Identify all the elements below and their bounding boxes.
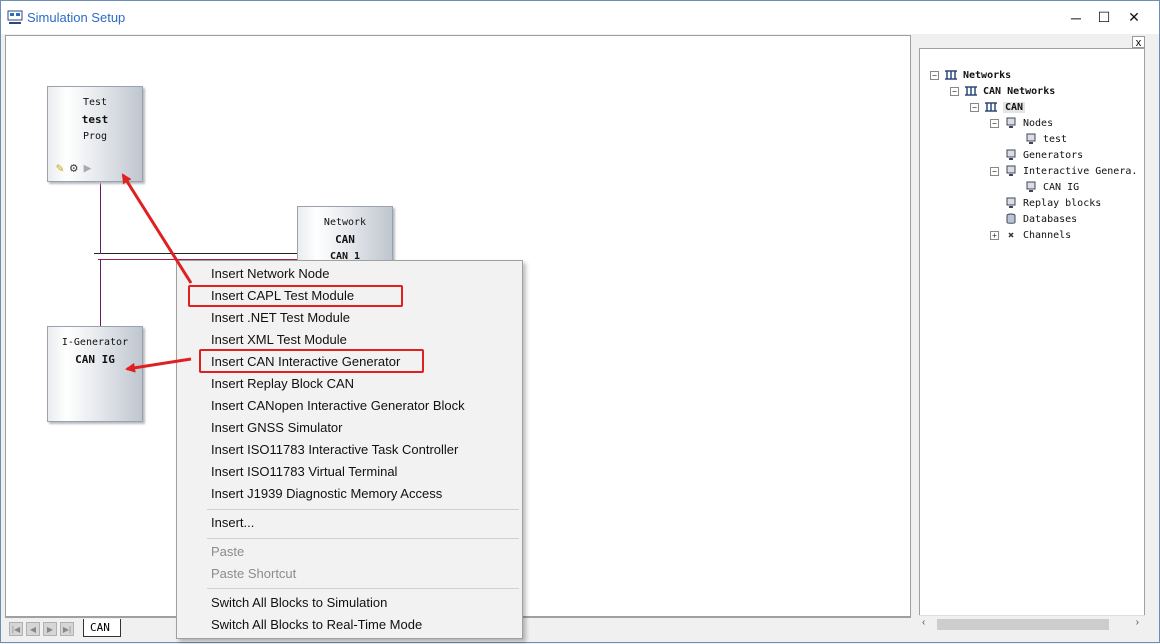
- collapse-toggle[interactable]: −: [990, 119, 999, 128]
- simulation-setup-icon: [7, 10, 23, 24]
- generator-icon: [1006, 149, 1016, 160]
- collapse-toggle[interactable]: −: [970, 103, 979, 112]
- menu-item-paste-shortcut: Paste Shortcut: [211, 566, 297, 581]
- title-bar: Simulation Setup ─ ☐ ✕: [1, 1, 1159, 34]
- context-menu: Insert Network Node Insert CAPL Test Mod…: [176, 260, 523, 639]
- network-tree: − Networks − CAN Networks − CAN − Nodes: [919, 48, 1145, 632]
- tree-label: CAN: [1003, 101, 1026, 113]
- block-name-label: CAN IG: [75, 353, 115, 366]
- window-title: Simulation Setup: [27, 10, 126, 25]
- tree-label: Databases: [1023, 213, 1078, 225]
- menu-separator: [207, 538, 519, 539]
- tree-label: Interactive Genera.: [1023, 165, 1138, 177]
- block-type-label: Network: [323, 217, 367, 228]
- tree-label: Replay blocks: [1023, 197, 1102, 209]
- replay-icon: [1006, 197, 1016, 208]
- block-type-label: I-Generator: [61, 337, 129, 348]
- menu-item-insert-gnss-simulator[interactable]: Insert GNSS Simulator: [211, 417, 343, 439]
- interactive-generator-block[interactable]: I-Generator CAN IG: [47, 326, 143, 422]
- tree-horizontal-scrollbar[interactable]: ‹ ›: [919, 615, 1145, 632]
- block-type-label: Test: [82, 97, 108, 108]
- menu-item-insert-iso11783-virtual-terminal[interactable]: Insert ISO11783 Virtual Terminal: [211, 461, 397, 483]
- test-module-block[interactable]: Test test Prog ✎ ⚙ ▶: [47, 86, 143, 182]
- menu-item-insert-network-node[interactable]: Insert Network Node: [211, 263, 330, 285]
- tree-item-generators[interactable]: Generators: [1004, 147, 1083, 163]
- generator-connection: [100, 259, 101, 326]
- first-tab-button[interactable]: |◀: [9, 622, 23, 636]
- tree-label: CAN IG: [1043, 181, 1080, 193]
- menu-item-insert-canopen-ig-block[interactable]: Insert CANopen Interactive Generator Blo…: [211, 395, 465, 417]
- next-tab-button[interactable]: ▶: [43, 622, 57, 636]
- tree-item-interactive-generators[interactable]: − Interactive Genera.: [990, 163, 1137, 179]
- simulation-setup-window: Simulation Setup ─ ☐ ✕ Test test Prog ✎ …: [0, 0, 1160, 643]
- tree-label: Networks: [963, 69, 1012, 81]
- tree-item-channels[interactable]: + Channels: [990, 227, 1071, 243]
- configure-icon[interactable]: ⚙: [70, 161, 78, 176]
- test-node-connection: [100, 182, 101, 254]
- node-icon: [1006, 117, 1016, 128]
- tree-item-databases[interactable]: Databases: [1004, 211, 1077, 227]
- collapse-toggle[interactable]: −: [930, 71, 939, 80]
- menu-item-insert-j1939-dm-access[interactable]: Insert J1939 Diagnostic Memory Access: [211, 483, 442, 505]
- prev-tab-button[interactable]: ◀: [26, 622, 40, 636]
- network-tree-panel: x − Networks − CAN Networks − CAN − Node…: [915, 35, 1147, 633]
- maximize-button[interactable]: ☐: [1087, 1, 1121, 34]
- tree-item-test[interactable]: test: [1024, 131, 1067, 147]
- scroll-right-icon[interactable]: ›: [1136, 617, 1139, 628]
- menu-item-paste: Paste: [211, 544, 245, 559]
- tree-item-can-networks[interactable]: − CAN Networks: [950, 83, 1055, 99]
- tree-label: CAN Networks: [983, 85, 1056, 97]
- tree-item-nodes[interactable]: − Nodes: [990, 115, 1053, 131]
- tree-label: Generators: [1023, 149, 1084, 161]
- menu-item-switch-to-real-time[interactable]: Switch All Blocks to Real-Time Mode: [211, 614, 422, 636]
- block-subtype-label: Prog: [82, 131, 108, 142]
- highlight-capl-test-module: [188, 285, 403, 307]
- highlight-can-interactive-generator: [199, 349, 424, 373]
- block-toolbar: ✎ ⚙ ▶: [56, 161, 91, 176]
- generator-icon: [1006, 165, 1016, 176]
- tab-can[interactable]: CAN: [83, 619, 121, 637]
- generator-icon: [1026, 181, 1036, 192]
- scroll-left-icon[interactable]: ‹: [922, 617, 925, 628]
- menu-item-insert-net-test-module[interactable]: Insert .NET Test Module: [211, 307, 350, 329]
- database-icon: [1006, 213, 1016, 224]
- network-icon: [945, 70, 957, 80]
- network-icon: [965, 86, 977, 96]
- tree-label: Nodes: [1023, 117, 1054, 129]
- network-block[interactable]: Network CAN CAN 1: [297, 206, 393, 266]
- menu-separator: [207, 588, 519, 589]
- tree-item-networks[interactable]: − Networks: [930, 67, 1011, 83]
- tree-item-can[interactable]: − CAN: [970, 99, 1026, 115]
- menu-item-insert-iso11783-task-controller[interactable]: Insert ISO11783 Interactive Task Control…: [211, 439, 458, 461]
- node-icon: [1026, 133, 1036, 144]
- block-name-label: CAN: [335, 233, 355, 246]
- menu-item-switch-to-simulation[interactable]: Switch All Blocks to Simulation: [211, 592, 387, 614]
- tree-item-can-ig[interactable]: CAN IG: [1024, 179, 1079, 195]
- network-icon: [985, 102, 997, 112]
- menu-item-insert-replay-block-can[interactable]: Insert Replay Block CAN: [211, 373, 354, 395]
- edit-pencil-icon[interactable]: ✎: [56, 161, 64, 176]
- menu-item-insert[interactable]: Insert...: [211, 512, 254, 534]
- scrollbar-thumb[interactable]: [937, 619, 1109, 630]
- run-play-icon[interactable]: ▶: [84, 161, 92, 176]
- close-button[interactable]: ✕: [1117, 1, 1151, 34]
- tree-item-replay-blocks[interactable]: Replay blocks: [1004, 195, 1101, 211]
- channel-icon: [1008, 232, 1014, 238]
- menu-item-insert-xml-test-module[interactable]: Insert XML Test Module: [211, 329, 347, 351]
- collapse-toggle[interactable]: −: [990, 167, 999, 176]
- tree-label: test: [1043, 133, 1068, 145]
- can-bus-line[interactable]: [94, 253, 304, 254]
- tree-label: Channels: [1023, 229, 1072, 241]
- last-tab-button[interactable]: ▶|: [60, 622, 74, 636]
- menu-separator: [207, 509, 519, 510]
- collapse-toggle[interactable]: −: [950, 87, 959, 96]
- expand-toggle[interactable]: +: [990, 231, 999, 240]
- block-name-label: test: [81, 113, 109, 126]
- panel-close-button[interactable]: x: [1132, 36, 1145, 49]
